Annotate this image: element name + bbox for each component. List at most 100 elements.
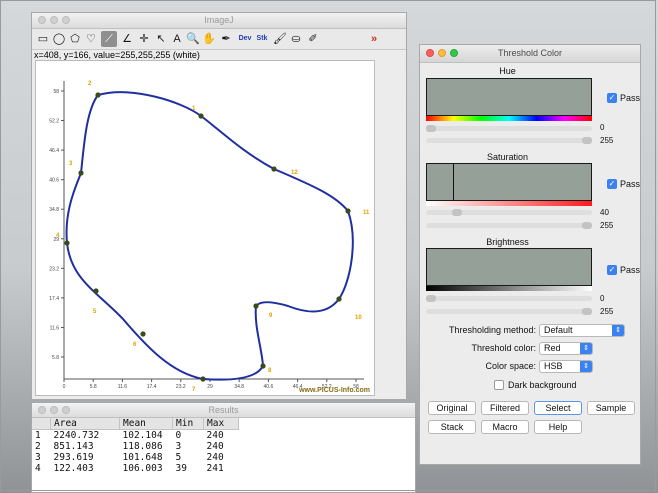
saturation-max-value: 255 [600,221,614,230]
control-point [64,240,70,246]
profile-plot: 5852.246.440.634.82923.217.411.65.80 5.8 1… [49,81,370,394]
point-label: 11 [363,210,370,216]
hand-tool-icon[interactable]: ✋ [201,31,217,47]
line-tool-icon[interactable]: ⟋ [101,31,117,47]
wand-tool-icon[interactable]: ↖ [153,31,169,47]
checkmark-icon: ✓ [607,265,617,275]
point-label: 5 [93,309,97,315]
select-button[interactable]: Select [534,401,582,415]
table-cell: 851.143 [53,441,94,452]
zoom-tool-icon[interactable]: 🔍 [185,31,201,47]
slider-knob[interactable] [582,137,592,144]
control-point [345,208,351,214]
brightness-pass-checkbox[interactable]: ✓ Pass [607,265,640,275]
polygon-tool-icon[interactable]: ⬠ [67,31,83,47]
point-label: 4 [56,233,60,239]
table-row[interactable]: 2 851.143 118.086 3 240 [32,441,239,452]
color-space-select[interactable]: HSB ⇕ [539,360,593,373]
slider-knob[interactable] [582,308,592,315]
slider-knob[interactable] [452,209,462,216]
stack-button[interactable]: Stack [428,420,476,434]
slider-knob[interactable] [582,222,592,229]
dark-background-checkbox[interactable]: ✓ [494,380,504,390]
control-point [93,288,99,294]
image-canvas[interactable]: 58 52.2 46.4 40.6 34.8 29 23.2 17.4 11.6 5.8 0 5.8 1… [35,60,375,396]
slider-knob[interactable] [426,125,436,132]
results-title-bar[interactable]: Results [32,403,415,418]
y-tick-label: 11.6 [50,325,60,331]
saturation-min-slider[interactable] [426,209,592,216]
control-point [95,92,101,98]
slider-knob[interactable] [426,295,436,302]
column-header[interactable]: Mean [119,418,173,430]
point-label: 12 [291,170,298,176]
table-cell: 102.104 [122,430,163,441]
text-tool-icon[interactable]: A [169,31,185,47]
hue-label: Hue [499,66,516,76]
brightness-max-value: 255 [600,307,614,316]
hue-min-slider[interactable] [426,125,592,132]
y-tick-label: 46.4 [49,148,59,154]
color-space-label: Color space: [485,361,536,371]
brightness-min-slider[interactable] [426,295,592,302]
stk-menu-icon[interactable]: Stk [254,31,270,47]
y-tick-label: 17.4 [49,296,59,302]
x-tick-label: 29 [207,384,213,390]
freehand-tool-icon[interactable]: ♡ [83,31,99,47]
filtered-button[interactable]: Filtered [481,401,529,415]
table-row[interactable]: 1 2240.732 102.104 0 240 [32,430,239,441]
flood-fill-icon[interactable]: ⛀ [288,31,304,47]
dark-background-label: Dark background [508,380,577,390]
results-title: Results [208,405,239,415]
imagej-title-bar[interactable]: ImageJ [32,13,406,29]
saturation-pass-label: Pass [620,179,641,189]
thresholding-method-row: Thresholding method: Default ⇕ [420,324,642,338]
table-cell: 101.648 [122,452,163,463]
dropper-tool-icon[interactable]: ✒ [218,31,234,47]
point-tool-icon[interactable]: ✛ [136,31,152,47]
dark-background-row[interactable]: ✓ Dark background [420,379,642,393]
saturation-gradient [426,201,592,206]
y-tick-label: 23.2 [49,266,59,272]
table-cell: 3 [35,452,41,463]
hue-max-slider[interactable] [426,137,592,144]
saturation-min-value: 40 [600,208,609,217]
dev-menu-icon[interactable]: Dev [237,31,253,47]
table-cell: 3 [175,441,182,452]
table-row[interactable]: 4 122.403 106.003 39 241 [32,463,239,474]
table-cell: 5 [175,452,182,463]
control-point [78,170,84,176]
angle-tool-icon[interactable]: ∠ [119,31,135,47]
oval-tool-icon[interactable]: ◯ [51,31,67,47]
column-header[interactable] [32,418,51,430]
threshold-color-select[interactable]: Red ⇕ [539,342,593,355]
help-button[interactable]: Help [534,420,582,434]
table-cell: 4 [35,463,41,474]
table-row[interactable]: 3 293.619 101.648 5 240 [32,452,239,463]
imagej-title: ImageJ [204,15,234,25]
control-point [271,166,277,172]
more-tools-icon[interactable]: » [366,31,382,47]
sample-button[interactable]: Sample [587,401,635,415]
table-cell: 293.619 [53,452,94,463]
column-header[interactable]: Min [172,418,204,430]
pencil-tool-icon[interactable]: ✐ [305,31,321,47]
thresholding-method-select[interactable]: Default ⇕ [539,324,625,337]
brush-tool-icon[interactable]: 🖌 [272,31,288,47]
point-label: 7 [192,387,196,393]
table-cell: 240 [206,441,224,452]
y-tick-label: 52.2 [49,119,59,125]
checkmark-icon: ✓ [607,179,617,189]
brightness-max-slider[interactable] [426,308,592,315]
threshold-title-bar[interactable]: Threshold Color [420,45,640,63]
hue-pass-checkbox[interactable]: ✓ Pass [607,93,640,103]
table-cell: 122.403 [53,463,94,474]
point-label: 6 [133,342,137,348]
original-button[interactable]: Original [428,401,476,415]
column-header[interactable]: Area [50,418,120,430]
saturation-max-slider[interactable] [426,222,592,229]
rectangle-tool-icon[interactable]: ▭ [35,31,51,47]
macro-button[interactable]: Macro [481,420,529,434]
saturation-pass-checkbox[interactable]: ✓ Pass [607,179,640,189]
column-header[interactable]: Max [203,418,239,430]
